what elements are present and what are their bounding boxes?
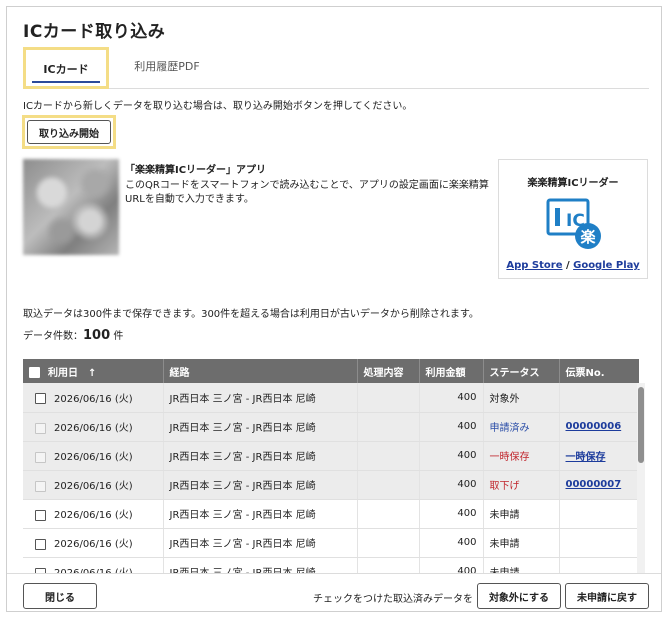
table-scrollbar[interactable]	[637, 383, 645, 577]
row-process	[357, 499, 420, 529]
table-row: 2026/06/16 (火) JR西日本 三ノ宮 - JR西日本 尼崎 400 …	[23, 441, 639, 471]
column-header-slip: 伝票No.	[559, 359, 639, 383]
row-process	[357, 470, 420, 500]
dialog-footer: 閉じる チェックをつけた取込済みデータを 対象外にする 未申請に戻す	[7, 573, 661, 611]
row-checkbox[interactable]	[35, 393, 46, 405]
table-row: 2026/06/16 (火) JR西日本 三ノ宮 - JR西日本 尼崎 400 …	[23, 383, 639, 413]
table-row: 2026/06/16 (火) JR西日本 三ノ宮 - JR西日本 尼崎 400 …	[23, 528, 639, 558]
column-header-date[interactable]: 利用日 ↑	[23, 359, 164, 383]
footer-hint: チェックをつけた取込済みデータを	[313, 594, 473, 605]
data-count-label: データ件数：	[23, 331, 83, 342]
row-slip	[559, 528, 639, 558]
table-row: 2026/06/16 (火) JR西日本 三ノ宮 - JR西日本 尼崎 400 …	[23, 499, 639, 529]
row-status: 対象外	[483, 383, 560, 413]
table-header-row: 利用日 ↑ 経路 処理内容 利用金額 ステータス 伝票No.	[23, 359, 639, 383]
close-button[interactable]: 閉じる	[23, 583, 97, 609]
row-route: JR西日本 三ノ宮 - JR西日本 尼崎	[163, 412, 358, 442]
row-date: 2026/06/16 (火)	[54, 481, 133, 492]
tab-usage-pdf[interactable]: 利用履歴PDF	[119, 47, 215, 89]
row-status: 未申請	[483, 499, 560, 529]
row-date: 2026/06/16 (火)	[54, 539, 133, 550]
dialog-title: ICカード取り込み	[23, 22, 166, 42]
store-separator: /	[565, 260, 570, 271]
row-amount: 400	[419, 470, 484, 500]
sort-arrow-icon: ↑	[88, 367, 97, 379]
row-checkbox[interactable]	[35, 509, 46, 521]
row-checkbox	[35, 480, 46, 492]
row-date: 2026/06/16 (火)	[54, 510, 133, 521]
column-header-process: 処理内容	[357, 359, 420, 383]
column-header-status: ステータス	[483, 359, 560, 383]
data-count-value: 100	[83, 328, 111, 343]
app-card-title: 楽楽精算ICリーダー	[527, 178, 619, 189]
tab-bar: ICカード 利用履歴PDF	[23, 47, 649, 89]
column-header-route: 経路	[163, 359, 358, 383]
column-header-amount: 利用金額	[419, 359, 484, 383]
row-route: JR西日本 三ノ宮 - JR西日本 尼崎	[163, 470, 358, 500]
select-all-checkbox[interactable]	[29, 367, 40, 378]
row-amount: 400	[419, 412, 484, 442]
scrollbar-thumb[interactable]	[638, 387, 644, 463]
row-slip-link[interactable]: 00000006	[566, 421, 622, 432]
import-instruction: ICカードから新しくデータを取り込む場合は、取り込み開始ボタンを押してください。	[23, 101, 413, 112]
row-date: 2026/06/16 (火)	[54, 452, 133, 463]
row-route: JR西日本 三ノ宮 - JR西日本 尼崎	[163, 499, 358, 529]
revert-unsubmitted-button[interactable]: 未申請に戻す	[565, 583, 649, 609]
start-import-button[interactable]: 取り込み開始	[27, 120, 111, 144]
row-slip	[559, 499, 639, 529]
svg-text:楽: 楽	[580, 228, 596, 246]
row-slip-link[interactable]: 一時保存	[566, 452, 606, 463]
row-amount: 400	[419, 528, 484, 558]
tab-ic-card[interactable]: ICカード	[23, 47, 109, 89]
qr-code	[23, 159, 119, 255]
storage-note: 取込データは300件まで保存できます。300件を超える場合は利用日が古いデータか…	[23, 309, 479, 320]
google-play-link[interactable]: Google Play	[573, 260, 640, 271]
ic-reader-app-icon: IC 楽	[546, 198, 601, 249]
row-status: 取下げ	[483, 470, 560, 500]
app-download-card: 楽楽精算ICリーダー IC 楽 App Store / Google Play	[498, 159, 648, 279]
table-row: 2026/06/16 (火) JR西日本 三ノ宮 - JR西日本 尼崎 400 …	[23, 412, 639, 442]
row-slip	[559, 383, 639, 413]
row-date: 2026/06/16 (火)	[54, 393, 133, 405]
row-status: 未申請	[483, 528, 560, 558]
table-row: 2026/06/16 (火) JR西日本 三ノ宮 - JR西日本 尼崎 400 …	[23, 470, 639, 500]
data-count: データ件数：100 件	[23, 327, 123, 343]
store-links: App Store / Google Play	[499, 260, 647, 271]
row-status: 一時保存	[483, 441, 560, 471]
data-count-unit: 件	[113, 331, 124, 342]
row-route: JR西日本 三ノ宮 - JR西日本 尼崎	[163, 528, 358, 558]
row-date: 2026/06/16 (火)	[54, 423, 133, 434]
row-process	[357, 528, 420, 558]
row-checkbox[interactable]	[35, 538, 46, 550]
row-checkbox	[35, 451, 46, 463]
row-amount: 400	[419, 441, 484, 471]
row-slip-link[interactable]: 00000007	[566, 479, 622, 490]
row-checkbox	[35, 422, 46, 434]
app-description: このQRコードをスマートフォンで読み込むことで、アプリの設定画面に楽楽精算URL…	[125, 180, 489, 205]
import-button-highlight: 取り込み開始	[22, 115, 116, 149]
ic-data-table: 利用日 ↑ 経路 処理内容 利用金額 ステータス 伝票No. 2026/06/16…	[23, 359, 648, 577]
row-amount: 400	[419, 383, 484, 413]
column-header-date-label: 利用日	[48, 367, 78, 379]
row-process	[357, 441, 420, 471]
ic-card-import-dialog: ICカード取り込み ICカード 利用履歴PDF ICカードから新しくデータを取り…	[6, 6, 662, 612]
mark-excluded-button[interactable]: 対象外にする	[477, 583, 561, 609]
row-route: JR西日本 三ノ宮 - JR西日本 尼崎	[163, 383, 358, 413]
row-amount: 400	[419, 499, 484, 529]
row-status: 申請済み	[483, 412, 560, 442]
app-store-link[interactable]: App Store	[506, 260, 562, 271]
row-process	[357, 412, 420, 442]
app-name: 「楽楽精算ICリーダー」アプリ	[125, 165, 267, 176]
row-process	[357, 383, 420, 413]
row-route: JR西日本 三ノ宮 - JR西日本 尼崎	[163, 441, 358, 471]
